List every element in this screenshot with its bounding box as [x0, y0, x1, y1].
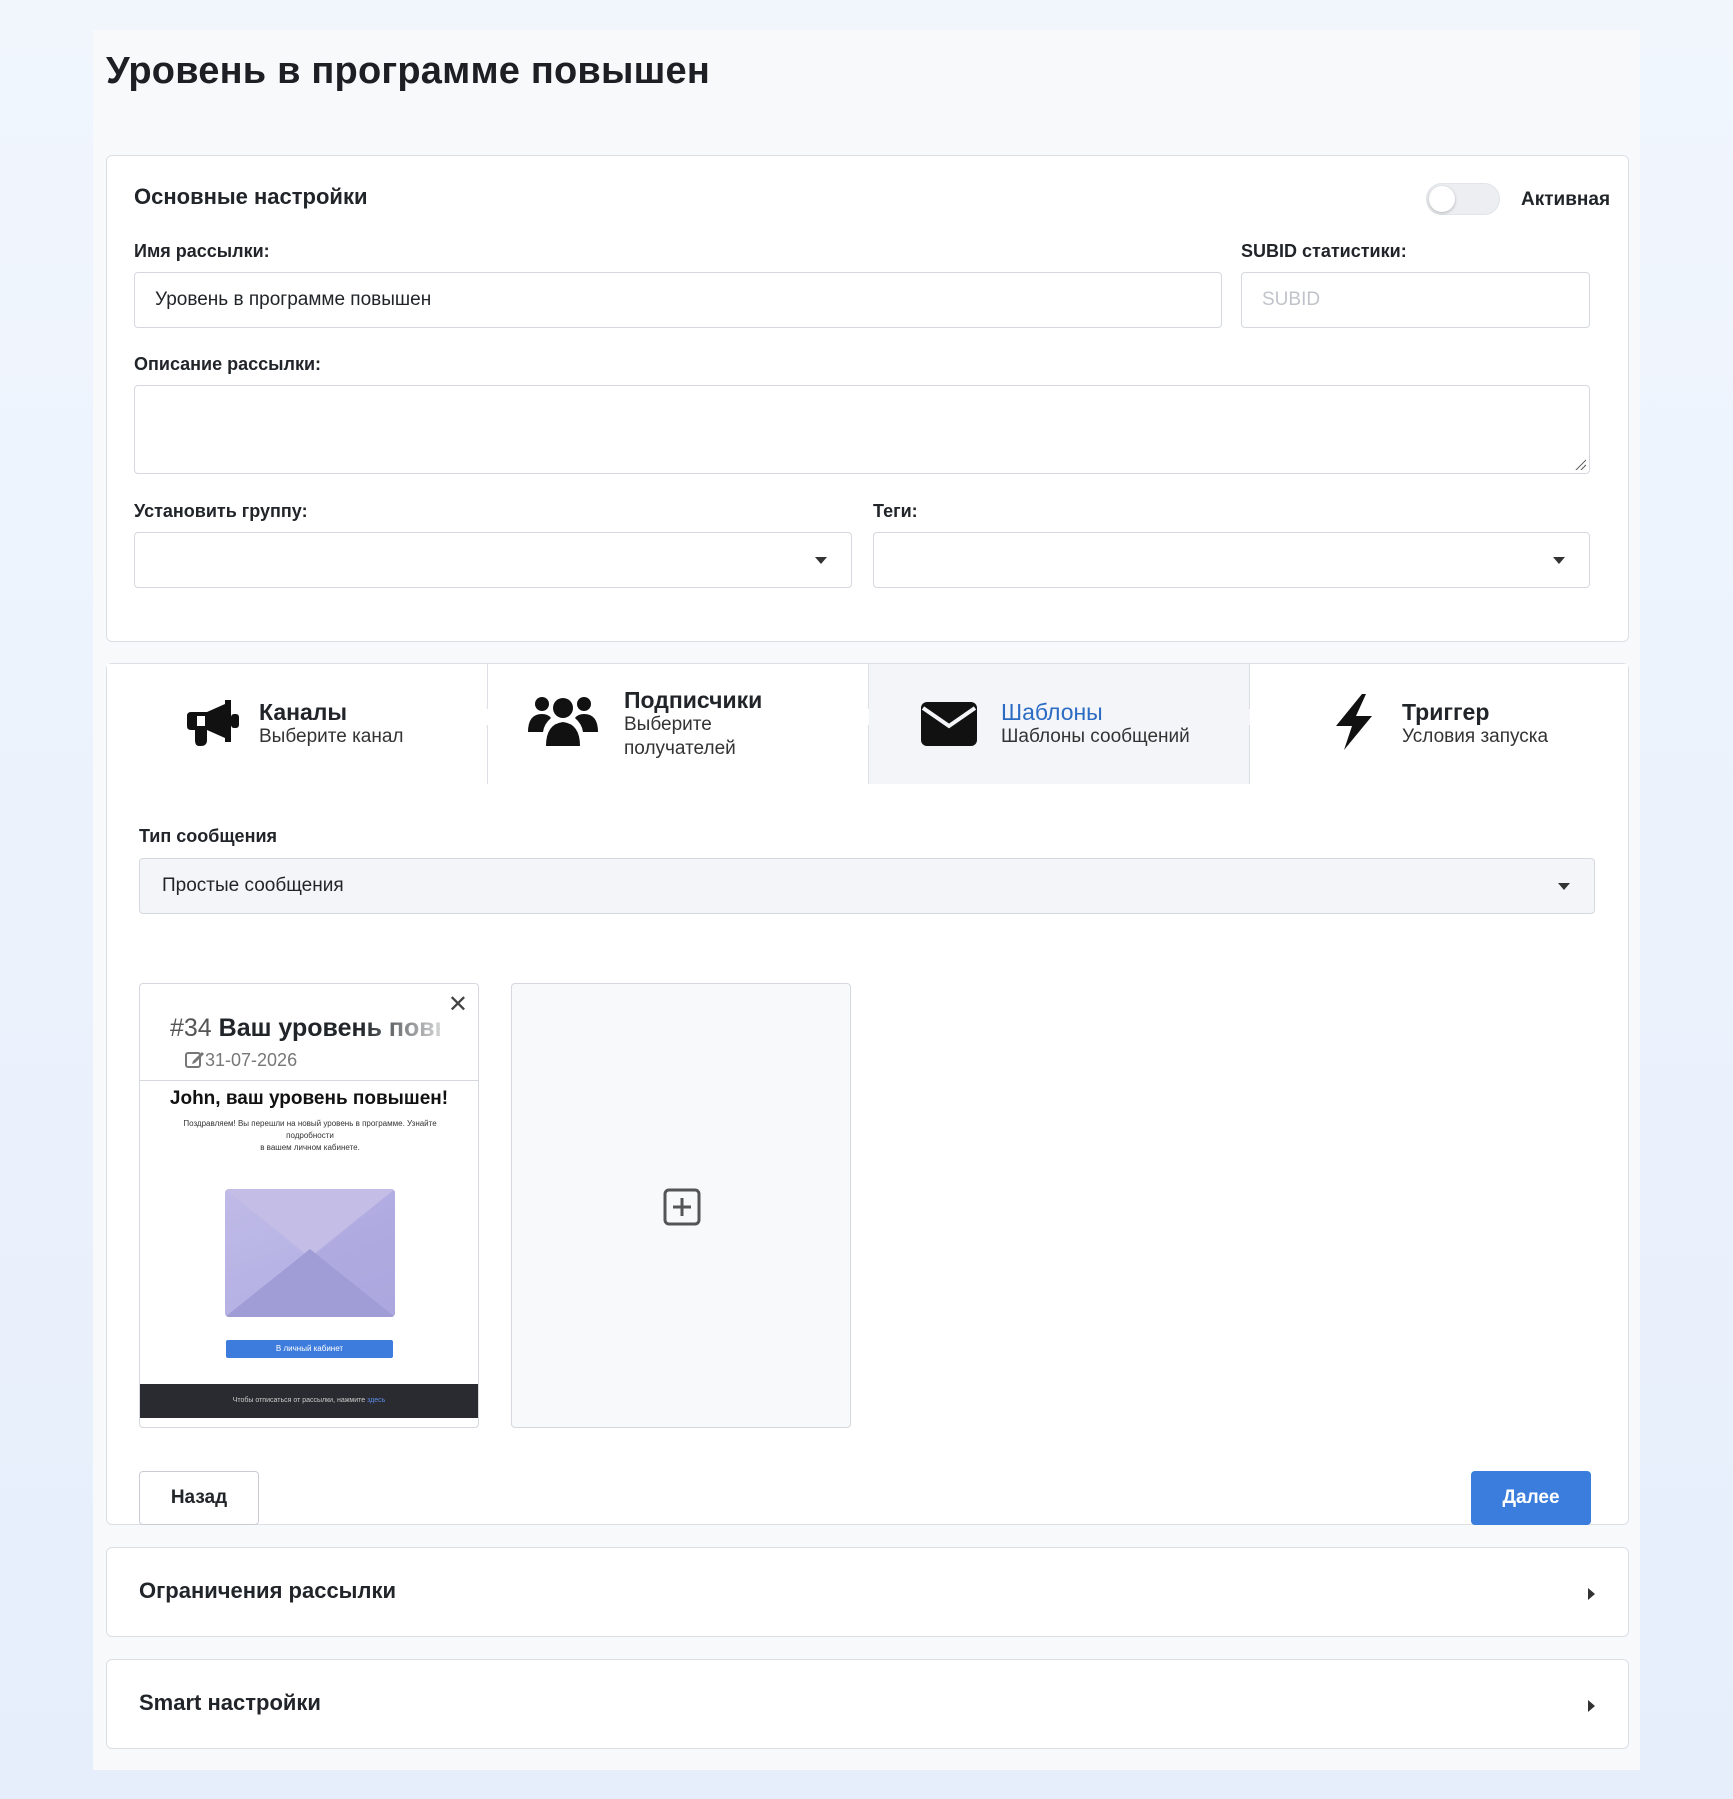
preview-footer: Чтобы отписаться от рассылки, нажмите зд…	[140, 1384, 478, 1418]
preview-cabinet-button: В личный кабинет	[226, 1340, 393, 1358]
subid-input[interactable]	[1241, 272, 1590, 328]
chevron-right-icon	[1588, 1700, 1595, 1712]
edit-icon	[185, 1052, 204, 1068]
smart-settings-panel[interactable]: Smart настройки	[106, 1659, 1629, 1749]
chevron-down-icon	[815, 557, 827, 564]
preview-unsubscribe-link: здесь	[367, 1397, 386, 1404]
active-toggle[interactable]	[1426, 183, 1500, 215]
limits-title: Ограничения рассылки	[139, 1578, 396, 1603]
group-select[interactable]	[134, 532, 852, 588]
active-toggle-label: Активная	[1521, 189, 1611, 210]
step-channels-title: Каналы	[259, 699, 348, 725]
step-subscribers-title: Подписчики	[624, 687, 763, 713]
plus-square-icon	[663, 1188, 701, 1226]
step-subscribers[interactable]: Подписчики Выберите получателей	[488, 664, 868, 784]
name-input[interactable]	[134, 272, 1222, 328]
message-type-value: Простые сообщения	[162, 875, 344, 896]
preview-body-line: Поздравляем! Вы перешли на новый уровень…	[183, 1119, 437, 1140]
step-subscribers-subtitle: Выберите получателей	[624, 714, 736, 759]
users-icon	[528, 697, 598, 746]
template-card[interactable]: ✕ #34 Ваш уровень повышен 31-07-2026 Joh…	[139, 983, 479, 1428]
limits-panel[interactable]: Ограничения рассылки	[106, 1547, 1629, 1637]
chevron-down-icon	[1558, 883, 1570, 890]
chevron-down-icon	[1553, 557, 1565, 564]
step-templates-title: Шаблоны	[1001, 699, 1103, 725]
chevron-right-icon	[1588, 1588, 1595, 1600]
bolt-icon	[1336, 694, 1372, 750]
message-type-label: Тип сообщения	[139, 826, 278, 846]
toggle-knob	[1429, 186, 1455, 212]
group-label: Установить группу:	[134, 501, 308, 521]
step-channels-subtitle: Выберите канал	[259, 726, 404, 747]
page-title: Уровень в программе повышен	[106, 50, 710, 92]
preview-body-line-2: в вашем личном кабинете.	[260, 1143, 360, 1152]
wizard-card: Каналы Выберите канал Подписчики Выберит…	[106, 663, 1629, 1525]
bullhorn-icon	[187, 700, 239, 746]
preview-body: Поздравляем! Вы перешли на новый уровень…	[160, 1118, 460, 1154]
tags-label: Теги:	[873, 501, 918, 521]
template-number: #34	[170, 1014, 212, 1042]
page: Уровень в программе повышен Основные нас…	[93, 30, 1640, 1770]
preview-heading: John, ваш уровень повышен!	[169, 1088, 449, 1109]
envelope-icon	[921, 702, 977, 746]
template-divider	[140, 1080, 478, 1081]
preview-envelope-image	[225, 1189, 395, 1317]
title-fade	[360, 1010, 460, 1044]
preview-footer-text: Чтобы отписаться от рассылки, нажмите	[232, 1397, 366, 1404]
step-trigger-subtitle: Условия запуска	[1402, 726, 1549, 747]
resize-grip-icon[interactable]	[1574, 458, 1586, 470]
message-type-select[interactable]: Простые сообщения	[139, 858, 1595, 914]
next-button[interactable]: Далее	[1471, 1471, 1591, 1525]
description-label: Описание рассылки:	[134, 354, 322, 374]
name-label: Имя рассылки:	[134, 241, 270, 261]
wizard-steps: Каналы Выберите канал Подписчики Выберит…	[107, 664, 1628, 784]
add-template-card[interactable]	[511, 983, 851, 1428]
step-templates-subtitle: Шаблоны сообщений	[1001, 726, 1190, 747]
main-settings-title: Основные настройки	[134, 184, 368, 209]
step-trigger[interactable]: Триггер Условия запуска	[1250, 664, 1628, 784]
template-date: 31-07-2026	[185, 1050, 297, 1071]
step-templates[interactable]: Шаблоны Шаблоны сообщений	[869, 664, 1249, 784]
envelope-illustration	[225, 1189, 395, 1317]
template-date-value: 31-07-2026	[205, 1050, 298, 1070]
back-button[interactable]: Назад	[139, 1471, 259, 1525]
main-settings-card: Основные настройки Активная Имя рассылки…	[106, 155, 1629, 642]
tags-select[interactable]	[873, 532, 1590, 588]
description-textarea[interactable]	[134, 385, 1590, 474]
step-channels[interactable]: Каналы Выберите канал	[107, 664, 487, 784]
step-trigger-title: Триггер	[1402, 699, 1490, 725]
subid-label: SUBID статистики:	[1241, 241, 1407, 261]
smart-settings-title: Smart настройки	[139, 1690, 321, 1715]
